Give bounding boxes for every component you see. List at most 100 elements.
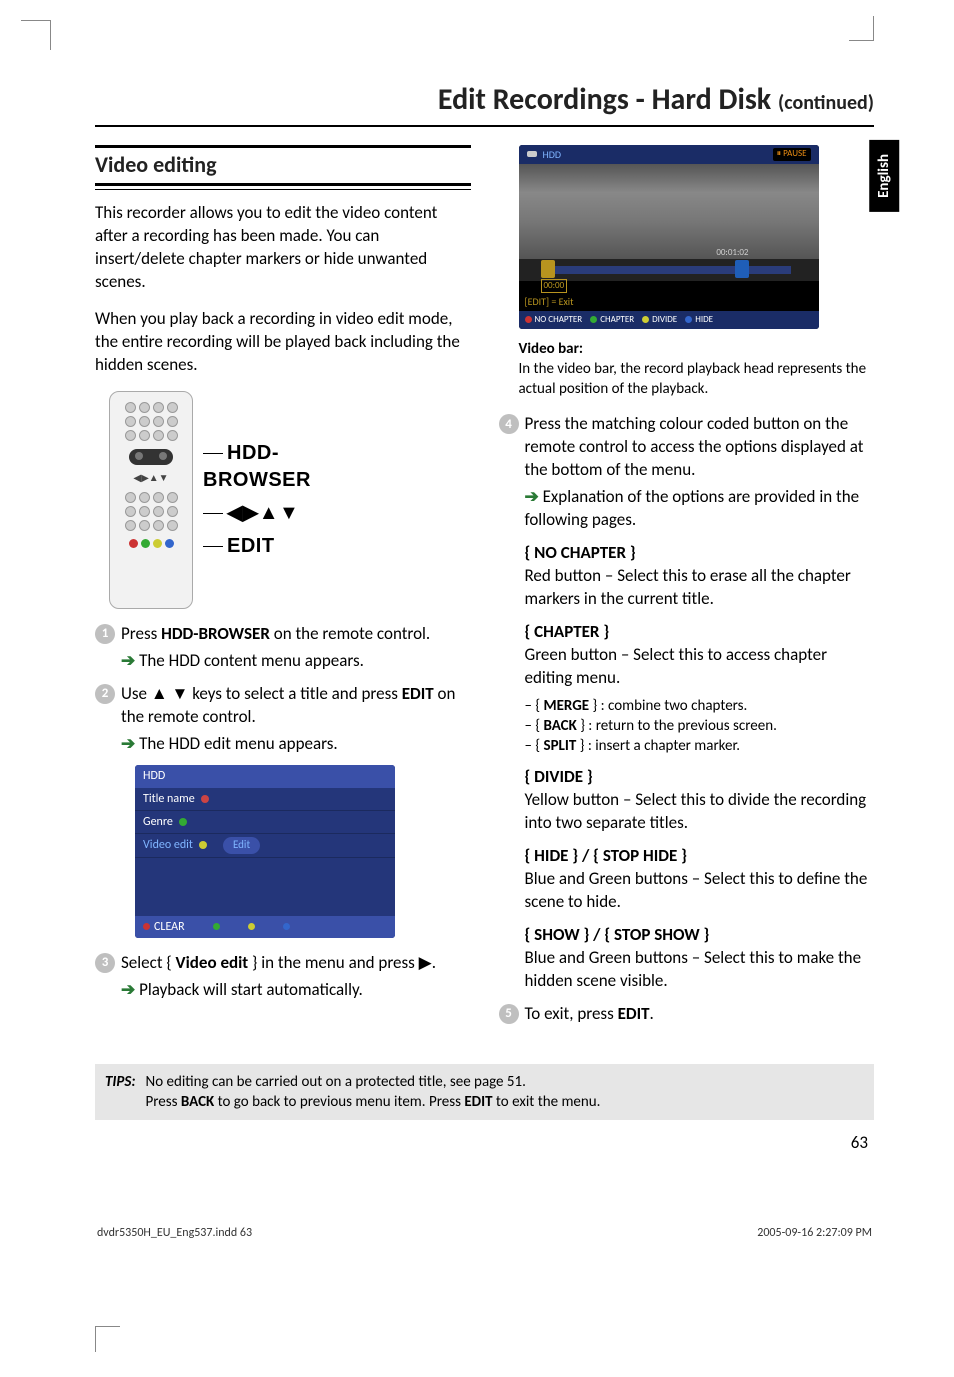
remote-label-edit: EDIT (227, 535, 275, 557)
language-tab: English (869, 140, 899, 212)
menu-edit-button: Edit (223, 837, 260, 854)
step-2-text-a: Use ▲ ▼ keys to select a title and press (121, 683, 402, 704)
step-number-icon: 1 (95, 624, 115, 644)
tips-label: TIPS: (105, 1072, 136, 1113)
arrow-icon: ➔ (121, 733, 135, 754)
hdd-small-icon (527, 151, 537, 157)
step-4-result-text: Explanation of the options are provided … (525, 486, 860, 530)
option-hide-body: Blue and Green buttons – Select this to … (525, 868, 875, 914)
menu-row-label: Video edit (143, 837, 193, 853)
section-heading: Video editing (95, 150, 471, 180)
option-chapter-heading: { CHAPTER } (525, 621, 875, 644)
option-chapter-body: Green button – Select this to access cha… (525, 644, 875, 690)
menu-row-label: Genre (143, 814, 173, 830)
step-3-result-text: Playback will start automatically. (135, 979, 363, 1000)
remote-illustration: ◀▶▲▼ HDD-BROWSER ◀▶▲▼ EDIT (109, 391, 369, 609)
crop-mark (95, 1326, 120, 1327)
timeline-handle-left-icon (541, 260, 555, 278)
step-1-text-b: HDD-BROWSER (161, 623, 270, 644)
remote-callouts: HDD-BROWSER ◀▶▲▼ EDIT (203, 434, 369, 566)
option-chapter-merge: – { MERGE } : combine two chapters. (525, 696, 875, 716)
tips-line-2: Press BACK to go back to previous menu i… (146, 1092, 601, 1112)
arrow-icon: ➔ (121, 650, 135, 671)
option-divide-heading: { DIVIDE } (525, 766, 875, 789)
menu-bottom-bar: CLEAR (135, 916, 395, 938)
step-3-result: ➔ Playback will start automatically. (95, 979, 471, 1002)
option-divide-body: Yellow button – Select this to divide th… (525, 789, 875, 835)
menu-row-label: Title name (143, 791, 195, 807)
title-main: Edit Recordings - Hard Disk (438, 81, 771, 118)
title-continued: (continued) (778, 91, 874, 115)
arrow-icon: ➔ (525, 486, 539, 507)
step-1-result-text: The HDD content menu appears. (135, 650, 364, 671)
video-opt-no-chapter: NO CHAPTER (535, 314, 583, 326)
step-3: 3 Select { Video edit } in the menu and … (95, 952, 471, 975)
arrow-icon: ➔ (121, 979, 135, 1000)
video-opt-divide: DIVIDE (652, 314, 677, 326)
footer-filename: dvdr5350H_EU_Eng537.indd 63 (97, 1225, 252, 1241)
page-number: 63 (95, 1132, 874, 1155)
video-preview-area (519, 164, 819, 259)
video-edit-screenshot: HDD ⏸ PAUSE 00:00 00:01:02 [EDIT] = Exit… (519, 145, 819, 329)
step-5-text-c: . (650, 1003, 654, 1024)
remote-control-icon: ◀▶▲▼ (109, 391, 193, 609)
video-exit-hint: [EDIT] = Exit (519, 293, 819, 311)
step-2-text-b: EDIT (402, 683, 434, 704)
menu-clear-label: CLEAR (154, 919, 185, 935)
footer: dvdr5350H_EU_Eng537.indd 63 2005-09-16 2… (95, 1225, 874, 1241)
menu-row-video-edit: Video edit Edit (135, 834, 395, 858)
title-underline (95, 125, 874, 127)
step-3-text-c: } in the menu and press ▶. (248, 952, 436, 973)
menu-row-title-name: Title name (135, 788, 395, 811)
step-number-icon: 3 (95, 953, 115, 973)
step-3-text-b: Video edit (176, 952, 249, 973)
step-4: 4 Press the matching colour coded button… (499, 413, 875, 482)
remote-nav-ring-icon (129, 449, 173, 465)
video-hdd-label: HDD (543, 148, 562, 162)
step-number-icon: 5 (499, 1004, 519, 1024)
timeline-time-right: 00:01:02 (716, 247, 748, 259)
step-1-result: ➔ The HDD content menu appears. (95, 650, 471, 673)
step-5-text-b: EDIT (618, 1003, 650, 1024)
video-opt-chapter: CHAPTER (600, 314, 634, 326)
option-hide-heading: { HIDE } / { STOP HIDE } (525, 845, 875, 868)
step-5: 5 To exit, press EDIT. (499, 1003, 875, 1026)
remote-label-arrows: ◀▶▲▼ (227, 502, 299, 524)
tips-line-1: No editing can be carried out on a prote… (146, 1072, 601, 1092)
option-no-chapter-body: Red button – Select this to erase all th… (525, 565, 875, 611)
remote-label-hdd-browser: HDD-BROWSER (203, 442, 311, 491)
step-1: 1 Press HDD-BROWSER on the remote contro… (95, 623, 471, 646)
timeline-time-left: 00:00 (541, 279, 568, 293)
step-3-text-a: Select { (121, 952, 176, 973)
step-2-result: ➔ The HDD edit menu appears. (95, 733, 471, 756)
step-number-icon: 4 (499, 414, 519, 434)
option-chapter-back: – { BACK } : return to the previous scre… (525, 716, 875, 736)
step-1-text-a: Press (121, 623, 161, 644)
page-title: Edit Recordings - Hard Disk (continued) (95, 80, 874, 121)
video-bottom-bar: NO CHAPTER CHAPTER DIVIDE HIDE (519, 311, 819, 329)
hdd-menu-screenshot: HDD Title name Genre Video editEdit CLEA… (135, 765, 395, 938)
intro-paragraph-1: This recorder allows you to edit the vid… (95, 202, 471, 294)
step-1-text-c: on the remote control. (270, 623, 430, 644)
remote-color-buttons-icon (129, 539, 174, 548)
step-4-text: Press the matching colour coded button o… (525, 413, 875, 482)
option-no-chapter-heading: { NO CHAPTER } (525, 542, 875, 565)
pause-badge-icon: ⏸ PAUSE (773, 148, 811, 162)
video-timeline: 00:00 00:01:02 (519, 259, 819, 281)
footer-timestamp: 2005-09-16 2:27:09 PM (757, 1225, 872, 1241)
video-bar-description: In the video bar, the record playback he… (519, 359, 875, 400)
step-2: 2 Use ▲ ▼ keys to select a title and pre… (95, 683, 471, 729)
pause-label: PAUSE (783, 148, 806, 159)
step-4-result: ➔ Explanation of the options are provide… (499, 486, 875, 532)
option-show-heading: { SHOW } / { STOP SHOW } (525, 924, 875, 947)
timeline-handle-right-icon (735, 260, 749, 278)
video-opt-hide: HIDE (695, 314, 713, 326)
step-2-result-text: The HDD edit menu appears. (135, 733, 337, 754)
step-number-icon: 2 (95, 684, 115, 704)
option-chapter-split: – { SPLIT } : insert a chapter marker. (525, 736, 875, 756)
video-bar-heading: Video bar: (519, 339, 875, 359)
intro-paragraph-2: When you play back a recording in video … (95, 308, 471, 377)
step-5-text-a: To exit, press (525, 1003, 618, 1024)
tips-box: TIPS: No editing can be carried out on a… (95, 1064, 874, 1121)
section-heading-rule: Video editing (95, 145, 471, 191)
